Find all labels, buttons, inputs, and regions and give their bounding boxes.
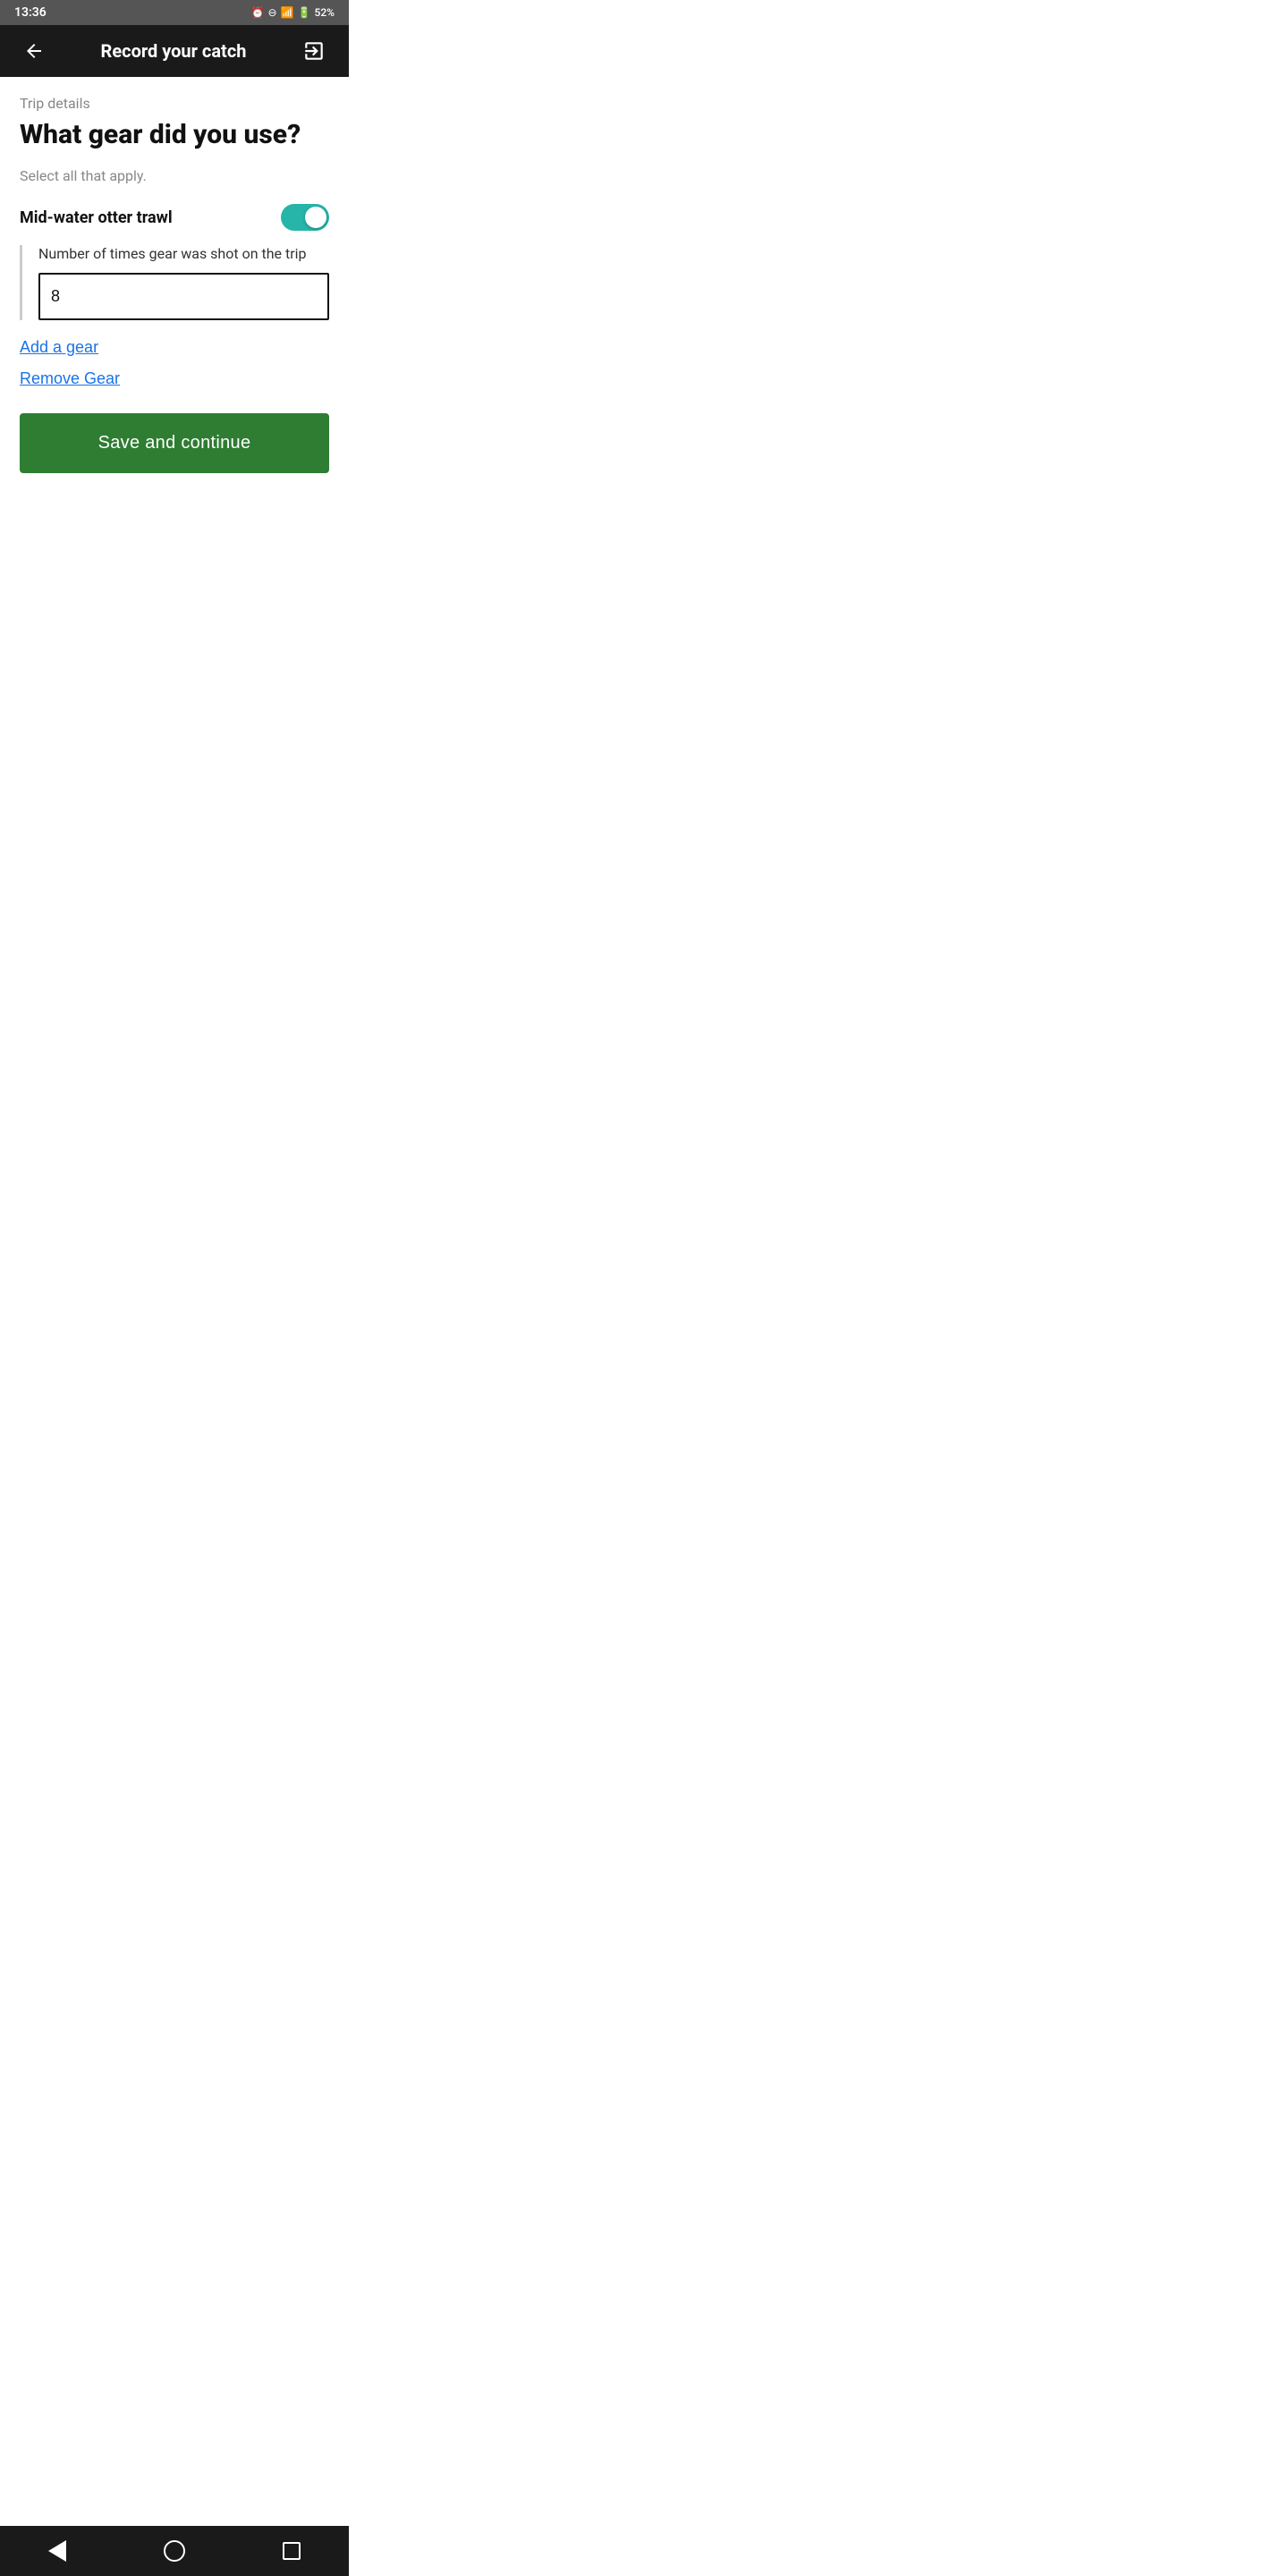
battery-percentage: 52% <box>315 6 335 19</box>
recent-nav-button[interactable] <box>265 2538 318 2563</box>
recent-square-icon <box>283 2542 301 2560</box>
bottom-navigation <box>0 2526 349 2576</box>
add-gear-link[interactable]: Add a gear <box>20 338 329 357</box>
toggle-thumb <box>305 207 326 228</box>
nav-title: Record your catch <box>101 40 247 62</box>
signal-icon: 📶 <box>281 6 294 19</box>
gear-toggle[interactable] <box>281 204 329 231</box>
nav-bar: Record your catch <box>0 25 349 77</box>
exit-icon <box>302 39 326 63</box>
exit-button[interactable] <box>295 32 333 70</box>
home-nav-button[interactable] <box>146 2537 203 2565</box>
home-circle-icon <box>164 2540 185 2562</box>
back-arrow-icon <box>23 40 45 62</box>
remove-gear-link[interactable]: Remove Gear <box>20 369 329 388</box>
gear-shots-input[interactable] <box>38 273 329 320</box>
gear-detail-label: Number of times gear was shot on the tri… <box>38 245 329 262</box>
alarm-icon: ⏰ <box>251 6 265 19</box>
back-button[interactable] <box>16 33 52 69</box>
back-nav-button[interactable] <box>30 2537 84 2565</box>
status-time: 13:36 <box>14 5 47 20</box>
save-continue-button[interactable]: Save and continue <box>20 413 329 473</box>
select-all-label: Select all that apply. <box>20 167 329 184</box>
toggle-track <box>281 204 329 231</box>
back-triangle-icon <box>48 2540 66 2562</box>
status-bar: 13:36 ⏰ ⊖ 📶 🔋 52% <box>0 0 349 25</box>
battery-icon: 🔋 <box>298 6 311 19</box>
trip-details-label: Trip details <box>20 95 329 112</box>
main-content: Trip details What gear did you use? Sele… <box>0 77 349 541</box>
gear-toggle-row: Mid-water otter trawl <box>20 204 329 231</box>
status-icons: ⏰ ⊖ 📶 🔋 52% <box>251 6 335 19</box>
gear-name-label: Mid-water otter trawl <box>20 208 173 227</box>
gear-detail-section: Number of times gear was shot on the tri… <box>20 245 329 320</box>
action-links: Add a gear Remove Gear <box>20 338 329 388</box>
page-heading: What gear did you use? <box>20 119 329 151</box>
minus-circle-icon: ⊖ <box>268 6 277 19</box>
